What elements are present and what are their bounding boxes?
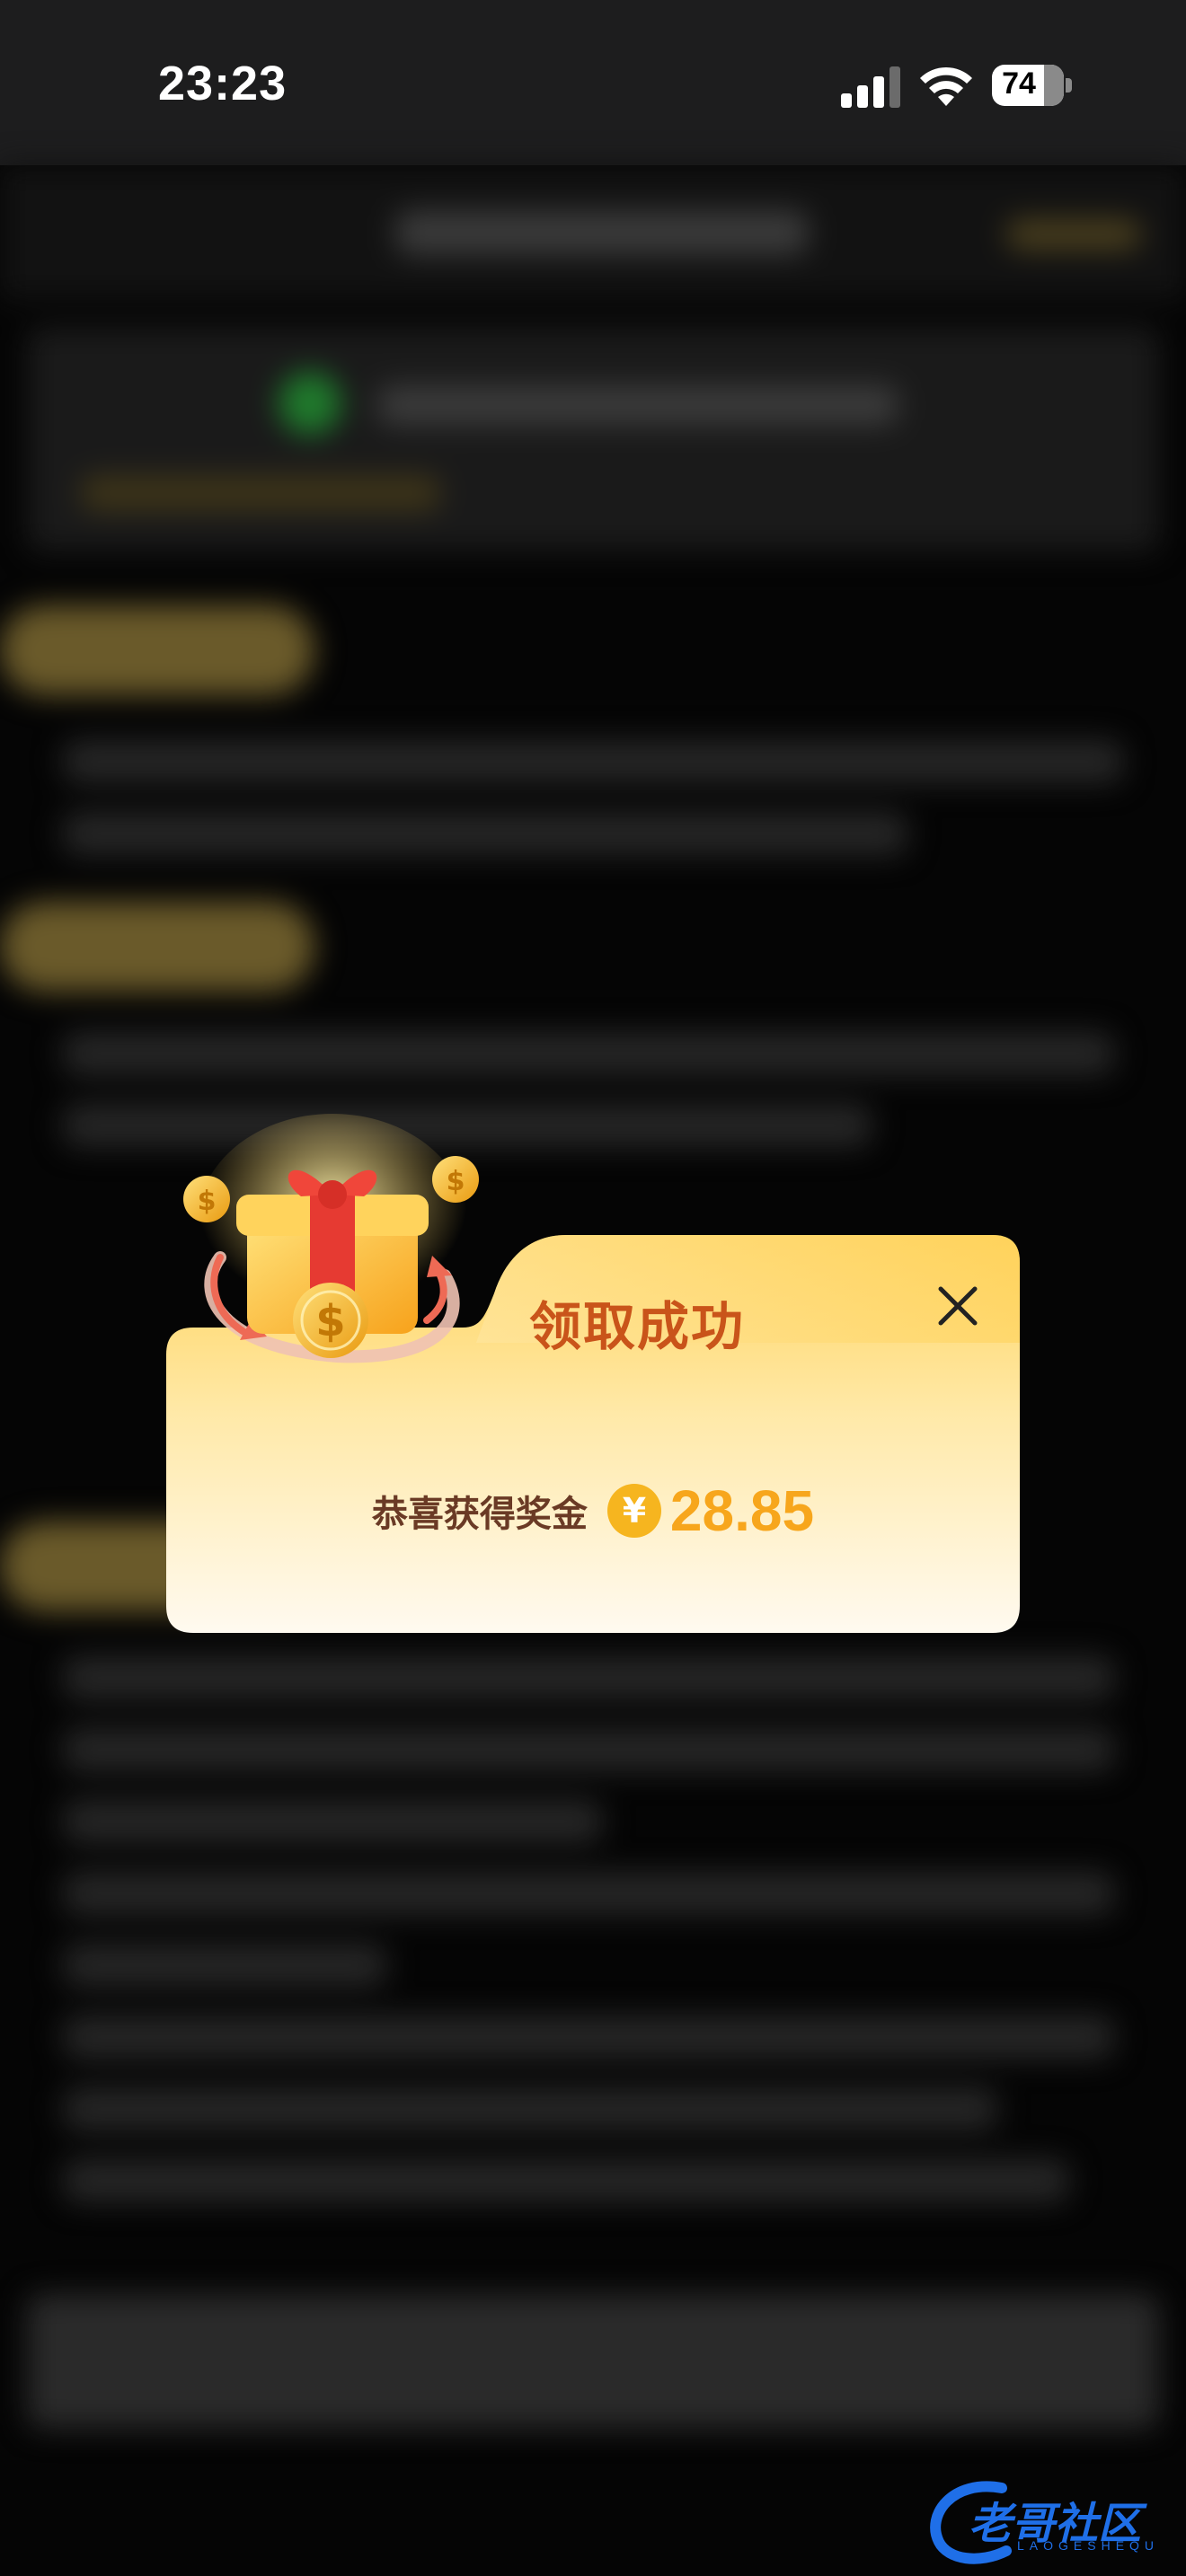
svg-text:$: $	[315, 1296, 345, 1346]
reward-label: 恭喜获得奖金	[371, 1494, 588, 1535]
reward-modal-overlay: 领取成功 恭喜获得奖金 ¥ 28.85 $ $ $	[0, 0, 1186, 2576]
yen-coin-icon: ¥	[606, 1484, 661, 1538]
gift-box-icon: $ $ $	[183, 1114, 479, 1363]
close-icon[interactable]	[930, 1278, 986, 1334]
svg-text:$: $	[447, 1166, 465, 1197]
svg-text:$: $	[198, 1186, 217, 1217]
watermark-sub: LAOGESHEQU	[1017, 2538, 1160, 2553]
modal-title: 领取成功	[529, 1296, 746, 1357]
reward-row: 恭喜获得奖金 ¥ 28.85	[166, 1470, 1020, 1551]
watermark-logo: 老哥社区 LAOGESHEQU	[916, 2461, 1186, 2576]
reward-amount: 28.85	[669, 1478, 815, 1543]
